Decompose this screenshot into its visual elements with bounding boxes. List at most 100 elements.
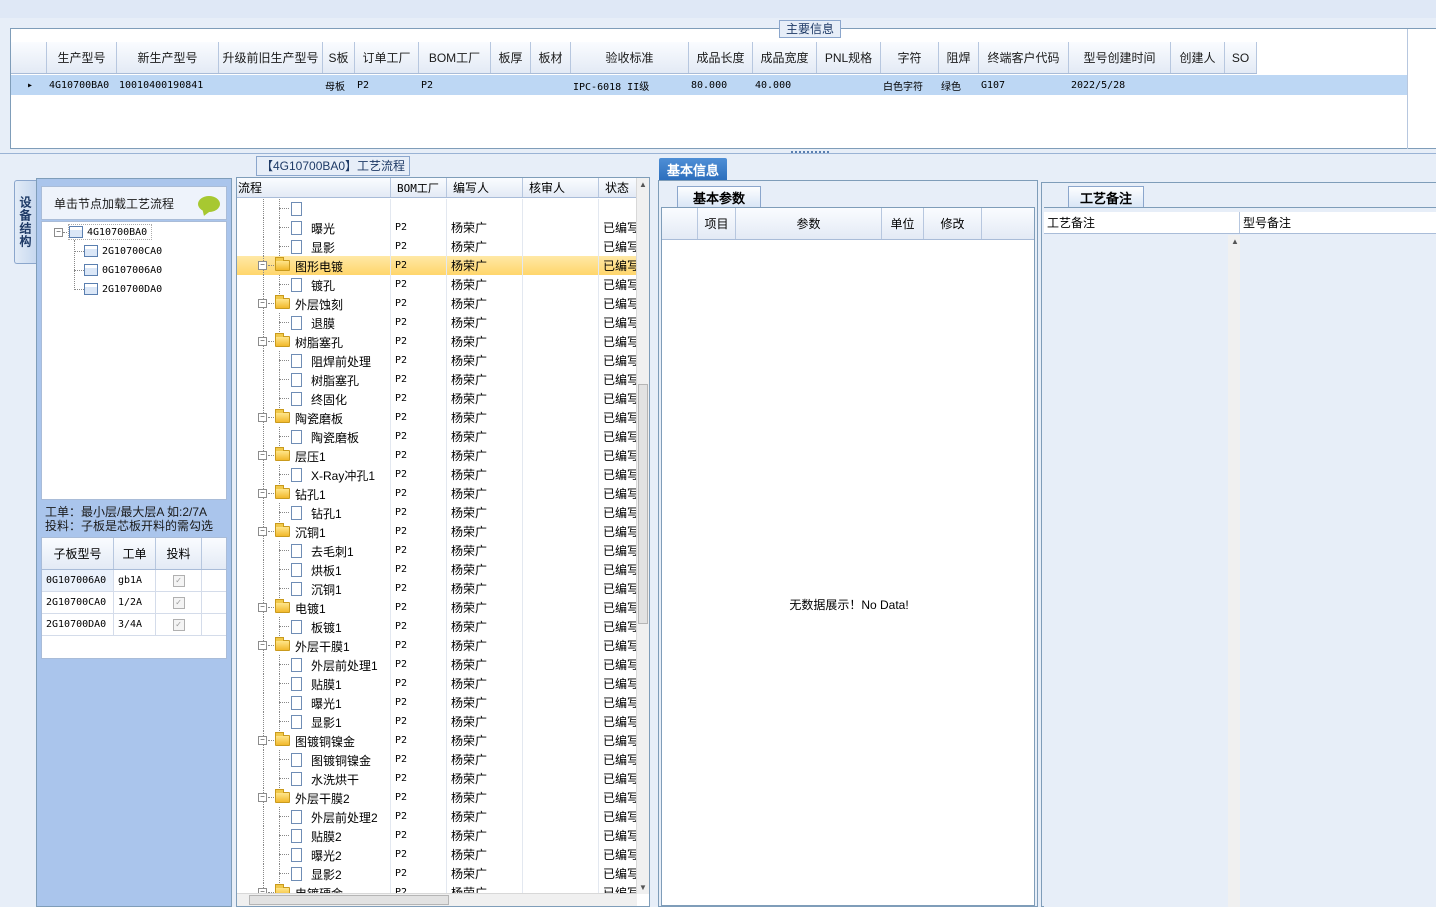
collapse-icon[interactable]: − <box>258 261 267 270</box>
cell-order[interactable]: gb1A <box>114 570 156 591</box>
flow-row[interactable]: 贴膜1 P2 杨荣广 已编写 <box>237 674 637 693</box>
col-status[interactable]: 状态 <box>599 178 637 197</box>
flow-row[interactable]: 曝光 P2 杨荣广 已编写 <box>237 218 637 237</box>
flow-row[interactable] <box>237 199 637 218</box>
flow-row[interactable]: 去毛刺1 P2 杨荣广 已编写 <box>237 541 637 560</box>
col-bom-factory[interactable]: BOM工厂 <box>391 178 447 197</box>
main-cell[interactable]: P2 <box>419 75 491 95</box>
main-cell[interactable]: 母板 <box>323 75 355 95</box>
collapse-icon[interactable]: − <box>258 337 267 346</box>
main-cell[interactable]: 白色字符 <box>881 75 939 95</box>
flow-row[interactable]: 图镀铜镍金 P2 杨荣广 已编写 <box>237 750 637 769</box>
main-col-header[interactable]: PNL规格 <box>817 42 881 73</box>
main-cell[interactable] <box>1225 75 1257 95</box>
main-cell[interactable] <box>1171 75 1225 95</box>
main-cell[interactable]: 绿色 <box>939 75 979 95</box>
flow-row[interactable]: X-Ray冲孔1 P2 杨荣广 已编写 <box>237 465 637 484</box>
col-modify[interactable]: 修改 <box>924 208 982 239</box>
remark-scrollbar[interactable]: ▲ <box>1228 235 1240 907</box>
flow-row[interactable]: − 树脂塞孔 P2 杨荣广 已编写 <box>237 332 637 351</box>
flow-row[interactable]: 沉铜1 P2 杨荣广 已编写 <box>237 579 637 598</box>
flow-row[interactable]: − 图形电镀 P2 杨荣广 已编写 <box>237 256 637 275</box>
flow-row[interactable]: 曝光2 P2 杨荣广 已编写 <box>237 845 637 864</box>
flow-row[interactable]: − 电镀1 P2 杨荣广 已编写 <box>237 598 637 617</box>
flow-row[interactable]: − 层压1 P2 杨荣广 已编写 <box>237 446 637 465</box>
flow-row[interactable]: 钻孔1 P2 杨荣广 已编写 <box>237 503 637 522</box>
col-subboard-model[interactable]: 子板型号 <box>42 538 114 569</box>
main-cell[interactable] <box>531 75 571 95</box>
flow-row[interactable]: 曝光1 P2 杨荣广 已编写 <box>237 693 637 712</box>
col-feed[interactable]: 投料 <box>156 538 202 569</box>
flow-row[interactable]: 板镀1 P2 杨荣广 已编写 <box>237 617 637 636</box>
flow-row[interactable]: − 外层蚀刻 P2 杨荣广 已编写 <box>237 294 637 313</box>
main-cell[interactable]: IPC-6018 II级 <box>571 75 689 95</box>
row-indicator-icon[interactable]: ▸ <box>11 75 47 95</box>
main-cell[interactable]: 2022/5/28 <box>1069 75 1171 95</box>
main-col-header[interactable]: 验收标准 <box>571 42 689 73</box>
flow-row[interactable]: − 外层干膜1 P2 杨荣广 已编写 <box>237 636 637 655</box>
table-row[interactable]: 2G10700CA0 1/2A ✓ <box>42 592 226 614</box>
cell-order[interactable]: 1/2A <box>114 592 156 613</box>
col-process-remark[interactable]: 工艺备注 <box>1044 212 1240 233</box>
main-col-header[interactable]: 板材 <box>531 42 571 73</box>
collapse-icon[interactable]: − <box>258 413 267 422</box>
tab-basic-info[interactable]: 基本信息 <box>659 158 727 180</box>
flow-row[interactable]: − 图镀铜镍金 P2 杨荣广 已编写 <box>237 731 637 750</box>
col-param[interactable]: 参数 <box>736 208 882 239</box>
tab-process-remark[interactable]: 工艺备注 <box>1068 186 1144 207</box>
main-grid-row-selected[interactable]: ▸ 4G10700BA0 10010400190841 母板 P2 P2 IPC-6018 … <box>11 75 1408 95</box>
col-reviewer[interactable]: 核审人 <box>523 178 599 197</box>
tree-node-root[interactable]: 4G10700BA0 <box>68 224 153 240</box>
main-col-header[interactable]: 成品宽度 <box>753 42 817 73</box>
main-col-header[interactable]: 创建人 <box>1171 42 1225 73</box>
collapse-icon[interactable]: − <box>258 527 267 536</box>
tab-basic-params[interactable]: 基本参数 <box>677 186 761 207</box>
flow-row[interactable]: 显影1 P2 杨荣广 已编写 <box>237 712 637 731</box>
collapse-icon[interactable]: − <box>258 603 267 612</box>
tree-node-child[interactable]: 2G10700CA0 <box>84 243 162 259</box>
flow-row[interactable]: 树脂塞孔 P2 杨荣广 已编写 <box>237 370 637 389</box>
col-work-order[interactable]: 工单 <box>114 538 156 569</box>
flow-hscroll-thumb[interactable] <box>249 895 449 905</box>
main-col-header[interactable]: 生产型号 <box>47 42 117 73</box>
flow-row[interactable]: 显影 P2 杨荣广 已编写 <box>237 237 637 256</box>
main-col-header[interactable]: 型号创建时间 <box>1069 42 1171 73</box>
feed-checkbox[interactable]: ✓ <box>172 618 185 631</box>
main-col-header[interactable]: 升级前旧生产型号 <box>219 42 323 73</box>
collapse-icon[interactable]: − <box>54 228 63 237</box>
flow-horizontal-scrollbar[interactable] <box>237 893 637 906</box>
main-cell[interactable] <box>219 75 323 95</box>
flow-row[interactable]: 贴膜2 P2 杨荣广 已编写 <box>237 826 637 845</box>
main-col-header[interactable]: 订单工厂 <box>355 42 419 73</box>
flow-row[interactable]: − 钻孔1 P2 杨荣广 已编写 <box>237 484 637 503</box>
flow-row[interactable]: 镀孔 P2 杨荣广 已编写 <box>237 275 637 294</box>
scroll-down-icon[interactable]: ▼ <box>639 883 647 892</box>
main-col-header[interactable]: 新生产型号 <box>117 42 219 73</box>
main-cell[interactable] <box>817 75 881 95</box>
col-unit[interactable]: 单位 <box>882 208 924 239</box>
flow-row[interactable]: 显影2 P2 杨荣广 已编写 <box>237 864 637 883</box>
collapse-icon[interactable]: − <box>258 736 267 745</box>
col-flow[interactable]: 流程 <box>237 178 391 197</box>
collapse-icon[interactable]: − <box>258 793 267 802</box>
main-cell[interactable]: 80.000 <box>689 75 753 95</box>
flow-row[interactable]: 外层前处理1 P2 杨荣广 已编写 <box>237 655 637 674</box>
collapse-icon[interactable]: − <box>258 299 267 308</box>
flow-row[interactable]: 退膜 P2 杨荣广 已编写 <box>237 313 637 332</box>
flow-row[interactable]: − 陶瓷磨板 P2 杨荣广 已编写 <box>237 408 637 427</box>
feed-checkbox[interactable]: ✓ <box>172 596 185 609</box>
main-col-header[interactable]: 终端客户代码 <box>979 42 1069 73</box>
flow-row[interactable]: − 沉铜1 P2 杨荣广 已编写 <box>237 522 637 541</box>
col-writer[interactable]: 编写人 <box>447 178 523 197</box>
cell-order[interactable]: 3/4A <box>114 614 156 635</box>
col-model-remark[interactable]: 型号备注 <box>1240 212 1436 233</box>
main-col-header[interactable]: S板 <box>323 42 355 73</box>
flow-vertical-scrollbar[interactable]: ▲ ▼ <box>636 178 649 894</box>
flow-row[interactable]: 水洗烘干 P2 杨荣广 已编写 <box>237 769 637 788</box>
collapse-icon[interactable]: − <box>258 451 267 460</box>
main-col-header[interactable]: SO <box>1225 42 1257 73</box>
flow-row[interactable]: 陶瓷磨板 P2 杨荣广 已编写 <box>237 427 637 446</box>
tree-node-child[interactable]: 0G107006A0 <box>84 262 162 278</box>
main-cell[interactable]: 10010400190841 <box>117 75 219 95</box>
side-tab-structure[interactable]: 设备结构 <box>14 180 36 264</box>
